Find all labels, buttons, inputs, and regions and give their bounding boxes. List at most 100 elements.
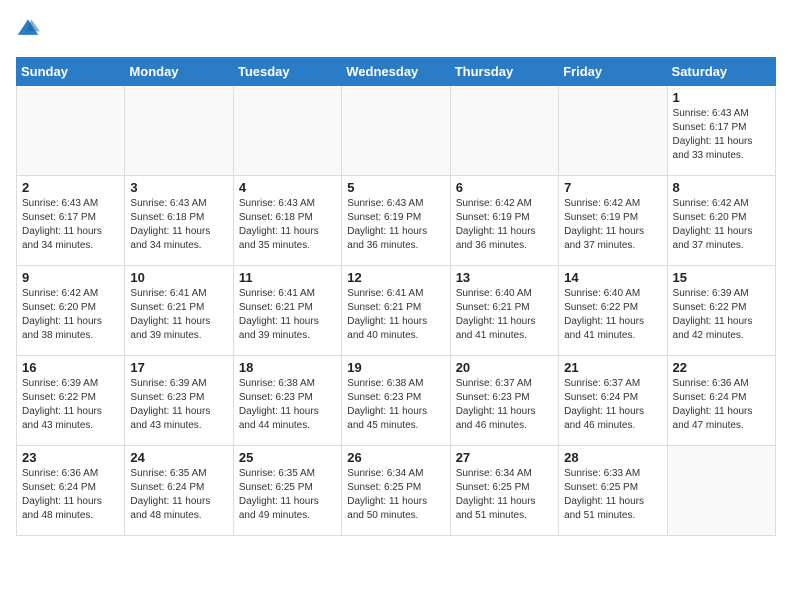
weekday-header-tuesday: Tuesday [233,58,341,86]
day-cell: 5 Sunrise: 6:43 AM Sunset: 6:19 PM Daylig… [342,176,450,266]
day-cell: 8 Sunrise: 6:42 AM Sunset: 6:20 PM Daylig… [667,176,775,266]
day-info: Sunrise: 6:43 AM Sunset: 6:18 PM Dayligh… [239,197,336,253]
day-info: Sunrise: 6:42 AM Sunset: 6:19 PM Dayligh… [564,197,661,253]
logo [16,16,44,45]
weekday-header-monday: Monday [125,58,233,86]
day-info: Sunrise: 6:34 AM Sunset: 6:25 PM Dayligh… [347,467,444,523]
weekday-header-thursday: Thursday [450,58,558,86]
day-number: 9 [22,270,119,285]
day-number: 28 [564,450,661,465]
week-row-5: 23 Sunrise: 6:36 AM Sunset: 6:24 PM Dayli… [17,446,776,536]
day-info: Sunrise: 6:34 AM Sunset: 6:25 PM Dayligh… [456,467,553,523]
day-info: Sunrise: 6:41 AM Sunset: 6:21 PM Dayligh… [130,287,227,343]
day-cell: 21Sunrise: 6:37 AM Sunset: 6:24 PM Dayli… [559,356,667,446]
weekday-header-sunday: Sunday [17,58,125,86]
week-row-1: 1 Sunrise: 6:43 AM Sunset: 6:17 PM Daylig… [17,86,776,176]
day-number: 14 [564,270,661,285]
day-number: 5 [347,180,444,195]
day-info: Sunrise: 6:43 AM Sunset: 6:18 PM Dayligh… [130,197,227,253]
day-number: 25 [239,450,336,465]
day-info: Sunrise: 6:43 AM Sunset: 6:17 PM Dayligh… [22,197,119,253]
day-number: 8 [673,180,770,195]
day-number: 6 [456,180,553,195]
day-cell: 11 Sunrise: 6:41 AM Sunset: 6:21 PM Dayli… [233,266,341,356]
day-cell: 22 Sunrise: 6:36 AM Sunset: 6:24 PM Dayli… [667,356,775,446]
day-number: 27 [456,450,553,465]
week-row-4: 16 Sunrise: 6:39 AM Sunset: 6:22 PM Dayli… [17,356,776,446]
day-cell [559,86,667,176]
day-number: 10 [130,270,227,285]
day-number: 1 [673,90,770,105]
day-cell: 26 Sunrise: 6:34 AM Sunset: 6:25 PM Dayli… [342,446,450,536]
day-cell: 16 Sunrise: 6:39 AM Sunset: 6:22 PM Dayli… [17,356,125,446]
day-number: 20 [456,360,553,375]
day-number: 3 [130,180,227,195]
day-info: Sunrise: 6:36 AM Sunset: 6:24 PM Dayligh… [22,467,119,523]
day-number: 18 [239,360,336,375]
day-info: Sunrise: 6:35 AM Sunset: 6:24 PM Dayligh… [130,467,227,523]
day-cell [450,86,558,176]
weekday-header-row: SundayMondayTuesdayWednesdayThursdayFrid… [17,58,776,86]
day-cell: 28Sunrise: 6:33 AM Sunset: 6:25 PM Dayli… [559,446,667,536]
day-number: 23 [22,450,119,465]
day-info: Sunrise: 6:41 AM Sunset: 6:21 PM Dayligh… [239,287,336,343]
day-info: Sunrise: 6:43 AM Sunset: 6:19 PM Dayligh… [347,197,444,253]
day-cell: 27 Sunrise: 6:34 AM Sunset: 6:25 PM Dayli… [450,446,558,536]
day-number: 21 [564,360,661,375]
day-number: 26 [347,450,444,465]
day-cell [233,86,341,176]
day-cell: 6 Sunrise: 6:42 AM Sunset: 6:19 PM Daylig… [450,176,558,266]
day-cell: 23 Sunrise: 6:36 AM Sunset: 6:24 PM Dayli… [17,446,125,536]
day-info: Sunrise: 6:40 AM Sunset: 6:22 PM Dayligh… [564,287,661,343]
day-cell: 24 Sunrise: 6:35 AM Sunset: 6:24 PM Dayli… [125,446,233,536]
day-info: Sunrise: 6:41 AM Sunset: 6:21 PM Dayligh… [347,287,444,343]
day-cell: 12 Sunrise: 6:41 AM Sunset: 6:21 PM Dayli… [342,266,450,356]
day-cell: 25 Sunrise: 6:35 AM Sunset: 6:25 PM Dayli… [233,446,341,536]
day-cell: 17 Sunrise: 6:39 AM Sunset: 6:23 PM Dayli… [125,356,233,446]
day-cell: 13Sunrise: 6:40 AM Sunset: 6:21 PM Dayli… [450,266,558,356]
day-cell: 10 Sunrise: 6:41 AM Sunset: 6:21 PM Dayli… [125,266,233,356]
logo-icon [16,16,40,40]
day-info: Sunrise: 6:35 AM Sunset: 6:25 PM Dayligh… [239,467,336,523]
calendar-table: SundayMondayTuesdayWednesdayThursdayFrid… [16,57,776,536]
weekday-header-saturday: Saturday [667,58,775,86]
day-info: Sunrise: 6:39 AM Sunset: 6:22 PM Dayligh… [22,377,119,433]
day-number: 13 [456,270,553,285]
day-cell: 3 Sunrise: 6:43 AM Sunset: 6:18 PM Daylig… [125,176,233,266]
day-cell: 9Sunrise: 6:42 AM Sunset: 6:20 PM Daylig… [17,266,125,356]
day-info: Sunrise: 6:43 AM Sunset: 6:17 PM Dayligh… [673,107,770,163]
day-number: 12 [347,270,444,285]
weekday-header-friday: Friday [559,58,667,86]
day-info: Sunrise: 6:39 AM Sunset: 6:23 PM Dayligh… [130,377,227,433]
day-number: 2 [22,180,119,195]
week-row-2: 2 Sunrise: 6:43 AM Sunset: 6:17 PM Daylig… [17,176,776,266]
day-cell [17,86,125,176]
day-cell: 7 Sunrise: 6:42 AM Sunset: 6:19 PM Daylig… [559,176,667,266]
day-number: 15 [673,270,770,285]
day-info: Sunrise: 6:38 AM Sunset: 6:23 PM Dayligh… [239,377,336,433]
day-cell: 2 Sunrise: 6:43 AM Sunset: 6:17 PM Daylig… [17,176,125,266]
day-info: Sunrise: 6:42 AM Sunset: 6:19 PM Dayligh… [456,197,553,253]
day-number: 16 [22,360,119,375]
day-info: Sunrise: 6:38 AM Sunset: 6:23 PM Dayligh… [347,377,444,433]
day-number: 17 [130,360,227,375]
day-cell: 20 Sunrise: 6:37 AM Sunset: 6:23 PM Dayli… [450,356,558,446]
day-number: 11 [239,270,336,285]
day-number: 24 [130,450,227,465]
day-cell [125,86,233,176]
day-number: 22 [673,360,770,375]
day-info: Sunrise: 6:36 AM Sunset: 6:24 PM Dayligh… [673,377,770,433]
week-row-3: 9Sunrise: 6:42 AM Sunset: 6:20 PM Daylig… [17,266,776,356]
day-number: 4 [239,180,336,195]
day-cell [667,446,775,536]
day-info: Sunrise: 6:37 AM Sunset: 6:23 PM Dayligh… [456,377,553,433]
day-info: Sunrise: 6:42 AM Sunset: 6:20 PM Dayligh… [673,197,770,253]
day-cell: 19 Sunrise: 6:38 AM Sunset: 6:23 PM Dayli… [342,356,450,446]
day-number: 19 [347,360,444,375]
page-header [16,16,776,45]
weekday-header-wednesday: Wednesday [342,58,450,86]
day-number: 7 [564,180,661,195]
day-cell: 4 Sunrise: 6:43 AM Sunset: 6:18 PM Daylig… [233,176,341,266]
day-info: Sunrise: 6:39 AM Sunset: 6:22 PM Dayligh… [673,287,770,343]
day-cell [342,86,450,176]
